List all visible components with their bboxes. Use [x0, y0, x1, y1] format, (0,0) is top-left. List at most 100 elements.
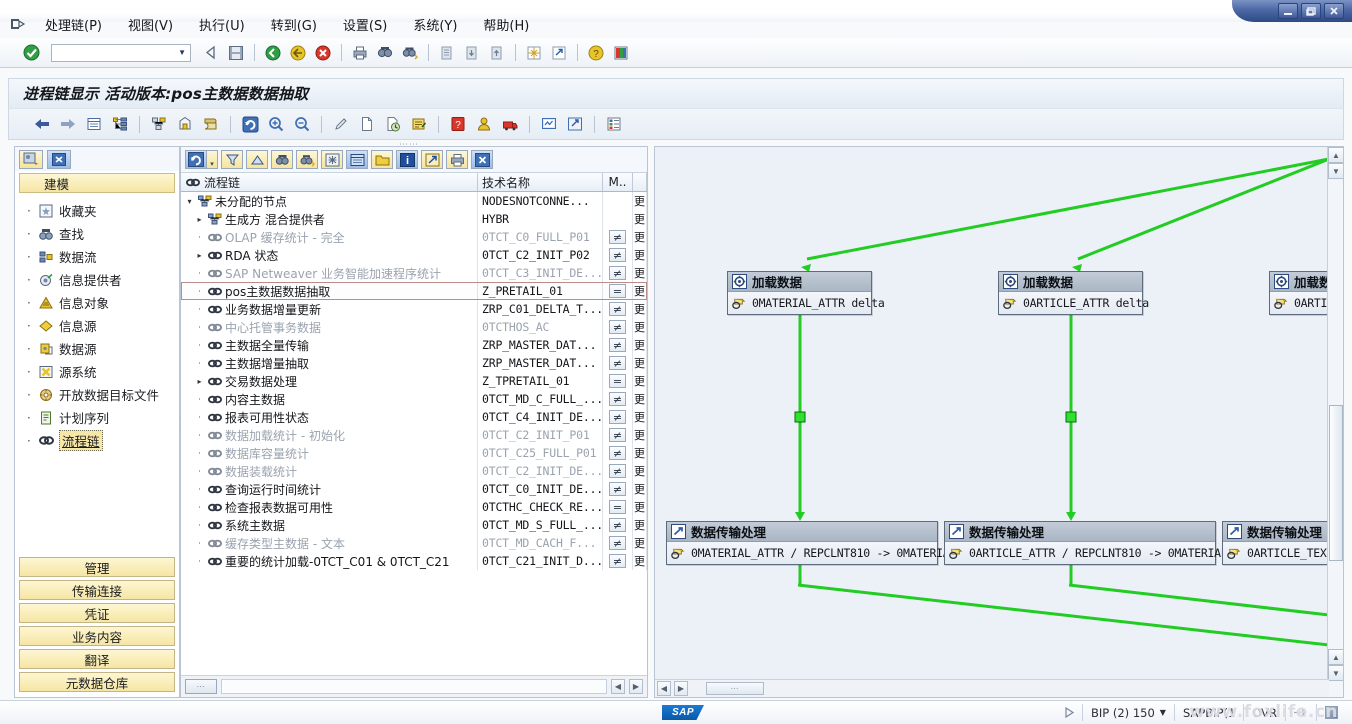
table-row[interactable]: · OLAP 缓存统计 - 完全 0TCT_C0_FULL_P01 ≠ 更: [181, 228, 647, 246]
expand-twisty-icon[interactable]: ·: [195, 557, 204, 566]
external-window-icon[interactable]: [548, 42, 570, 64]
sidebar-item-process-chain[interactable]: · 流程链: [15, 429, 179, 452]
sidebar-button-administration[interactable]: 管理: [19, 557, 175, 577]
menu-view[interactable]: 视图(V): [115, 13, 186, 36]
expand-twisty-icon[interactable]: ·: [195, 341, 204, 350]
zoom-in-icon[interactable]: [265, 113, 287, 135]
table-row[interactable]: · 系统主数据 0TCT_MD_S_FULL_... ≠ 更: [181, 516, 647, 534]
sidebar-item-openhub[interactable]: · 开放数据目标文件: [15, 383, 179, 406]
scroll-right-icon[interactable]: ▶: [629, 679, 643, 694]
display-variant-icon[interactable]: [564, 113, 586, 135]
filter-down-icon[interactable]: [221, 150, 243, 169]
expand-twisty-icon[interactable]: ·: [195, 323, 204, 332]
sidebar-button-documents[interactable]: 凭证: [19, 603, 175, 623]
save-icon[interactable]: [225, 42, 247, 64]
folder-icon[interactable]: [371, 150, 393, 169]
schedule-icon[interactable]: [382, 113, 404, 135]
print-icon[interactable]: [349, 42, 371, 64]
expand-twisty-icon[interactable]: ·: [195, 269, 204, 278]
menu-help[interactable]: 帮助(H): [470, 13, 542, 36]
sidebar-button-translation[interactable]: 翻译: [19, 649, 175, 669]
system-menu-icon[interactable]: [4, 14, 32, 34]
exit-icon[interactable]: [287, 42, 309, 64]
table-row[interactable]: · 报表可用性状态 0TCT_C4_INIT_DE... ≠ 更: [181, 408, 647, 426]
menu-system[interactable]: 系统(Y): [400, 13, 470, 36]
table-row[interactable]: ▾ 未分配的节点 NODESNOTCONNE... 更: [181, 192, 647, 210]
check-chain-icon[interactable]: ?: [447, 113, 469, 135]
scroll-up-icon[interactable]: ▲: [1328, 147, 1343, 163]
sidebar-close-icon[interactable]: [47, 149, 71, 169]
sidebar-button-transport-connection[interactable]: 传输连接: [19, 580, 175, 600]
table-row[interactable]: · 数据库容量统计 0TCT_C25_FULL_P01 ≠ 更: [181, 444, 647, 462]
table-row[interactable]: · pos主数据数据抽取 Z_PRETAIL_01 = 更: [181, 282, 647, 300]
table-row[interactable]: · 主数据增量抽取 ZRP_MASTER_DAT... ≠ 更: [181, 354, 647, 372]
expand-twisty-icon[interactable]: ·: [195, 503, 204, 512]
expand-twisty-icon[interactable]: ·: [195, 521, 204, 530]
sidebar-item-sourcesystem[interactable]: · 源系统: [15, 360, 179, 383]
horizontal-scrollbar[interactable]: [221, 679, 607, 694]
customize-layout-icon[interactable]: [610, 42, 632, 64]
horizontal-scroll-grip[interactable]: ⋯: [185, 679, 217, 694]
expand-twisty-icon[interactable]: ▸: [195, 215, 204, 224]
back-globe-icon[interactable]: [262, 42, 284, 64]
new-document-icon[interactable]: [356, 113, 378, 135]
back-triangle-icon[interactable]: [200, 42, 222, 64]
table-row[interactable]: ▸ RDA 状态 0TCT_C2_INIT_P02 ≠ 更: [181, 246, 647, 264]
diagram-horizontal-scrollbar[interactable]: ◀ ▶ ⋯: [655, 679, 1329, 697]
expand-twisty-icon[interactable]: ·: [195, 431, 204, 440]
table-row[interactable]: · 查询运行时间统计 0TCT_C0_INIT_DE... ≠ 更: [181, 480, 647, 498]
expand-twisty-icon[interactable]: ·: [195, 395, 204, 404]
column-header-extra[interactable]: [633, 173, 647, 191]
scroll-left-icon[interactable]: ◀: [611, 679, 625, 694]
panel-drag-grip[interactable]: ⋯⋯: [391, 140, 427, 149]
diagram-node-dtp1[interactable]: 数据传输处理 0MATERIAL_ATTR / REPCLNT810 -> 0MA…: [666, 521, 956, 565]
diagram-hscroll-thumb[interactable]: ⋯: [706, 682, 764, 695]
menu-settings[interactable]: 设置(S): [330, 13, 400, 36]
expand-twisty-icon[interactable]: ·: [195, 233, 204, 242]
vertical-scroll-thumb[interactable]: [1329, 405, 1343, 561]
tree-display-icon[interactable]: [109, 113, 131, 135]
user-icon[interactable]: [473, 113, 495, 135]
sidebar-button-metadata-repository[interactable]: 元数据仓库: [19, 672, 175, 692]
refresh-icon[interactable]: [239, 113, 261, 135]
expand-twisty-icon[interactable]: ·: [195, 539, 204, 548]
sidebar-item-favorites[interactable]: · 收藏夹: [15, 199, 179, 222]
command-field[interactable]: ▼: [51, 43, 191, 62]
job-overview-icon[interactable]: [408, 113, 430, 135]
display-list-icon[interactable]: [346, 150, 368, 169]
network-view-icon[interactable]: [148, 113, 170, 135]
expand-twisty-icon[interactable]: ▸: [195, 377, 204, 386]
close-tree-icon[interactable]: [471, 150, 493, 169]
find-tree-icon[interactable]: [271, 150, 293, 169]
prev-page-icon[interactable]: [461, 42, 483, 64]
new-window-icon[interactable]: [523, 42, 545, 64]
hierarchy-icon[interactable]: [174, 113, 196, 135]
menu-execute[interactable]: 执行(U): [186, 13, 258, 36]
diagram-node-load2[interactable]: 加载数据 0ARTICLE_ATTR delta: [998, 271, 1149, 315]
column-header-chain[interactable]: 流程链: [181, 173, 478, 191]
legend-icon[interactable]: [603, 113, 625, 135]
refresh-dropdown-icon[interactable]: ▾: [207, 150, 218, 169]
log-icon[interactable]: [200, 113, 222, 135]
menu-goto[interactable]: 转到(G): [258, 13, 330, 36]
table-row[interactable]: · 数据装载统计 0TCT_C2_INIT_DE... ≠ 更: [181, 462, 647, 480]
open-external-icon[interactable]: [421, 150, 443, 169]
print-tree-icon[interactable]: [446, 150, 468, 169]
chevron-down-icon[interactable]: ▼: [1160, 708, 1166, 717]
status-system-info[interactable]: BIP (2) 150 ▼: [1082, 704, 1174, 721]
diagram-scroll-right-icon[interactable]: ▶: [674, 681, 688, 696]
expand-twisty-icon[interactable]: ·: [195, 485, 204, 494]
expand-twisty-icon[interactable]: ·: [195, 467, 204, 476]
sidebar-item-dataflow[interactable]: · 数据流: [15, 245, 179, 268]
zoom-out-icon[interactable]: [291, 113, 313, 135]
sidebar-item-infoprovider[interactable]: · 信息提供者: [15, 268, 179, 291]
table-row[interactable]: · 主数据全量传输 ZRP_MASTER_DAT... ≠ 更: [181, 336, 647, 354]
table-row[interactable]: ▸ 生成方 混合提供者 HYBR 更: [181, 210, 647, 228]
refresh-tree-icon[interactable]: [185, 150, 207, 169]
expand-all-icon[interactable]: [321, 150, 343, 169]
table-row[interactable]: · 中心托管事务数据 0TCTHOS_AC ≠ 更: [181, 318, 647, 336]
find-next-tree-icon[interactable]: [296, 150, 318, 169]
expand-twisty-icon[interactable]: ·: [195, 413, 204, 422]
sidebar-button-business-content[interactable]: 业务内容: [19, 626, 175, 646]
diagram-node-load1[interactable]: 加载数据 0MATERIAL_ATTR delta: [727, 271, 885, 315]
